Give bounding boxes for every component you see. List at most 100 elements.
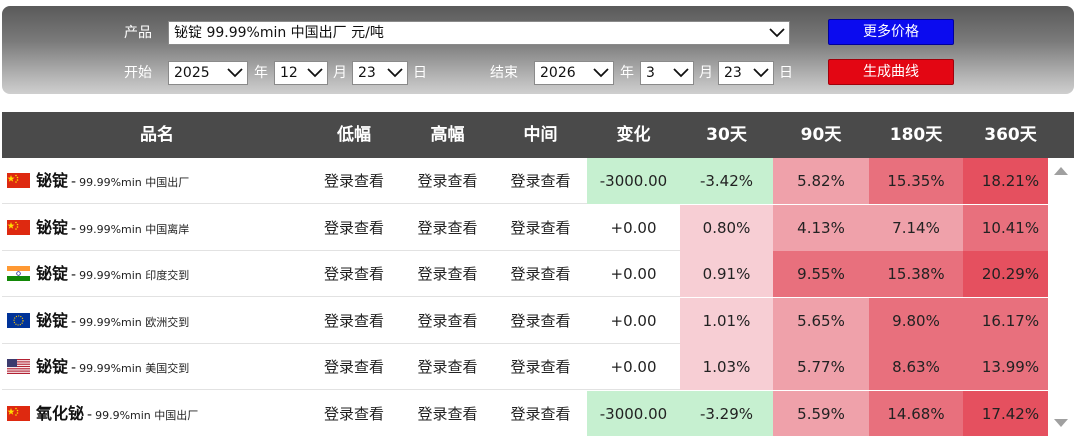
cell-d360: 18.21% [963,158,1058,204]
separator-dash: - [71,220,77,237]
start-month-value: 12 [280,65,298,81]
separator-dash: - [71,267,77,283]
cell-d30: -3.42% [680,158,773,204]
end-month-select[interactable]: 3 [640,61,694,85]
cell-low[interactable]: 登录查看 [307,205,401,251]
table-row[interactable]: 铋锭 -99.99%min 欧洲交到 登录查看 登录查看 登录查看 +0.00 1.01% 5… [2,297,1058,344]
cell-d180: 7.14% [869,204,963,251]
generate-chart-button[interactable]: 生成曲线 [828,59,954,85]
cell-low[interactable]: 登录查看 [307,344,401,390]
product-spec: 99.99%min 欧洲交到 [79,315,190,329]
china-flag-icon [7,219,30,235]
product-name: 铋锭 [36,264,69,283]
cell-d180: 8.63% [869,344,963,390]
column-header-30-days: 30天 [706,125,747,145]
product-name-cell[interactable]: 氧化铋 -99.9%min 中国出厂 [2,391,302,436]
cell-d360: 10.41% [963,204,1058,251]
eu-flag-icon [7,312,30,328]
column-header-90-days: 90天 [800,125,842,145]
cell-d180: 15.38% [869,251,963,297]
separator-dash: - [71,360,77,376]
column-header-name: 品名 [140,125,174,145]
cell-high[interactable]: 登录查看 [401,158,494,204]
table-row[interactable]: 氧化铋 -99.9%min 中国出厂 登录查看 登录查看 登录查看 -3000.00 -3.… [2,390,1058,436]
cell-high[interactable]: 登录查看 [401,205,494,251]
cell-d360: 13.99% [963,344,1058,390]
end-day-select[interactable]: 23 [718,61,774,85]
cell-low[interactable]: 登录查看 [307,158,401,204]
cell-mid[interactable]: 登录查看 [494,158,587,204]
start-day-select[interactable]: 23 [352,61,408,85]
cell-mid[interactable]: 登录查看 [494,251,587,297]
column-header-mid: 中间 [523,125,558,145]
chevron-down-icon [227,68,243,78]
cell-mid[interactable]: 登录查看 [494,205,587,251]
day-unit: 日 [779,65,793,81]
cell-high[interactable]: 登录查看 [401,298,494,344]
cell-high[interactable]: 登录查看 [401,251,494,297]
scroll-up-icon[interactable] [1053,166,1069,176]
cell-d180: 9.80% [869,297,963,344]
column-header-360-days: 360天 [984,125,1037,145]
cell-low[interactable]: 登录查看 [307,251,401,297]
cell-change: -3000.00 [587,390,680,436]
cell-change: -3000.00 [587,158,680,204]
cell-mid[interactable]: 登录查看 [494,391,587,436]
product-name-cell[interactable]: 铋锭 -99.99%min 中国出厂 [2,158,302,204]
column-header-high: 高幅 [430,125,465,145]
cell-d360: 16.17% [963,297,1058,344]
table-row[interactable]: 铋锭 -99.99%min 中国出厂 登录查看 登录查看 登录查看 -3000.00 -3.… [2,158,1058,204]
cell-low[interactable]: 登录查看 [307,298,401,344]
product-spec: 99.99%min 印度交到 [79,269,190,282]
start-label: 开始 [124,65,152,81]
product-select-value: 铋锭 99.99%min 中国出厂 元/吨 [174,25,384,41]
product-select[interactable]: 铋锭 99.99%min 中国出厂 元/吨 [168,21,790,45]
cell-mid[interactable]: 登录查看 [494,344,587,390]
table-header: 品名 低幅 高幅 中间 变化 30天 90天 180天 360天 [2,112,1074,158]
end-day-value: 23 [724,65,742,81]
product-spec: 99.9%min 中国出厂 [95,408,199,422]
cell-low[interactable]: 登录查看 [307,391,401,436]
china-flag-icon [7,405,30,421]
china-flag-icon [7,173,30,188]
table-scrollbar[interactable] [1048,158,1074,436]
end-year-select[interactable]: 2026 [534,61,614,85]
table-row[interactable]: 铋锭 -99.99%min 美国交到 登录查看 登录查看 登录查看 +0.00 1.03% 5… [2,344,1058,390]
product-name-cell[interactable]: 铋锭 -99.99%min 印度交到 [2,251,302,297]
product-name-cell[interactable]: 铋锭 -99.99%min 美国交到 [2,344,302,390]
chevron-down-icon [307,68,323,78]
start-month-select[interactable]: 12 [274,61,328,85]
separator-dash: - [71,174,77,190]
table-row[interactable]: 铋锭 -99.99%min 中国离岸 登录查看 登录查看 登录查看 +0.00 0.80% 4… [2,204,1058,251]
chevron-down-icon [753,68,769,78]
start-day-value: 23 [358,65,376,81]
scroll-down-icon[interactable] [1053,418,1069,428]
column-header-change: 变化 [616,125,651,145]
end-label: 结束 [490,65,518,81]
end-year-value: 2026 [540,65,576,81]
cell-change: +0.00 [610,358,657,376]
cell-d30: 1.01% [680,297,773,344]
cell-change: +0.00 [610,311,657,330]
cell-d360: 17.42% [963,390,1058,436]
product-name-cell[interactable]: 铋锭 -99.99%min 欧洲交到 [2,298,302,344]
start-year-value: 2025 [174,65,210,81]
cell-high[interactable]: 登录查看 [401,391,494,436]
separator-dash: - [87,406,93,423]
cell-d30: 0.91% [680,251,773,297]
product-name-cell[interactable]: 铋锭 -99.99%min 中国离岸 [2,205,302,251]
cell-d90: 4.13% [773,204,869,251]
more-prices-button[interactable]: 更多价格 [828,19,954,45]
cell-d90: 5.77% [773,344,869,390]
product-name: 铋锭 [36,171,69,190]
month-unit: 月 [699,65,713,81]
table-row[interactable]: 铋锭 -99.99%min 印度交到 登录查看 登录查看 登录查看 +0.00 0.91% 9… [2,251,1058,297]
start-year-select[interactable]: 2025 [168,61,248,85]
year-unit: 年 [620,65,634,81]
cell-mid[interactable]: 登录查看 [494,298,587,344]
product-name: 氧化铋 [36,403,85,423]
product-spec: 99.99%min 中国出厂 [79,176,190,189]
cell-high[interactable]: 登录查看 [401,344,494,390]
cell-d180: 15.35% [869,158,963,204]
month-unit: 月 [333,65,347,81]
